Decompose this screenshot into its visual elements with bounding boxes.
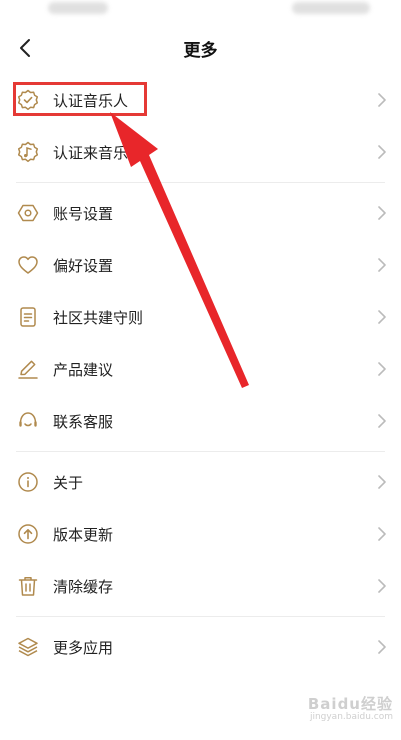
menu-item-label: 清除缓存 — [53, 577, 114, 596]
menu-item-label: 版本更新 — [53, 525, 114, 544]
chevron-right-icon — [378, 640, 386, 654]
document-icon — [17, 306, 39, 328]
menu-item-label: 社区共建守则 — [53, 308, 144, 327]
menu-item-verify-music-teacher[interactable]: 认证来音乐师 — [0, 126, 401, 178]
watermark-subtext: jingyan.baidu.com — [309, 712, 393, 722]
chevron-right-icon — [378, 258, 386, 272]
watermark-text: Baidu经验 — [307, 695, 393, 713]
upload-arrow-icon — [17, 523, 39, 545]
menu-item-more-apps[interactable]: 更多应用 — [0, 621, 401, 673]
pencil-icon — [17, 358, 39, 380]
headset-icon — [17, 410, 39, 432]
chevron-right-icon — [378, 362, 386, 376]
hexagon-settings-icon — [17, 202, 39, 224]
menu-item-about[interactable]: 关于 — [0, 456, 401, 508]
menu-item-label: 账号设置 — [53, 204, 114, 223]
info-icon — [17, 471, 39, 493]
menu-item-preferences[interactable]: 偏好设置 — [0, 239, 401, 291]
highlight-box — [13, 82, 147, 116]
heart-icon — [17, 254, 39, 276]
menu-item-customer-service[interactable]: 联系客服 — [0, 395, 401, 447]
settings-menu: 认证音乐人 认证来音乐师 账号设置 偏好设置 社区共建守则 产品建议 联系客服 … — [0, 74, 401, 673]
status-bar-time — [48, 2, 108, 14]
trash-icon — [17, 575, 39, 597]
baidu-watermark: Baidu经验 jingyan.baidu.com — [308, 693, 393, 722]
menu-item-account-settings[interactable]: 账号设置 — [0, 187, 401, 239]
menu-item-clear-cache[interactable]: 清除缓存 — [0, 560, 401, 612]
section-divider — [16, 182, 385, 183]
menu-item-label: 产品建议 — [53, 360, 114, 379]
music-badge-icon — [17, 141, 39, 163]
header: 更多 — [0, 28, 401, 68]
menu-item-label: 偏好设置 — [53, 256, 114, 275]
section-divider — [16, 616, 385, 617]
menu-item-community-guidelines[interactable]: 社区共建守则 — [0, 291, 401, 343]
chevron-right-icon — [378, 93, 386, 107]
chevron-right-icon — [378, 414, 386, 428]
menu-item-version-update[interactable]: 版本更新 — [0, 508, 401, 560]
menu-item-label: 联系客服 — [53, 412, 114, 431]
status-bar — [0, 0, 401, 22]
page-title: 更多 — [183, 41, 218, 61]
chevron-right-icon — [378, 206, 386, 220]
layers-icon — [17, 636, 39, 658]
menu-item-label: 关于 — [53, 473, 84, 492]
chevron-right-icon — [378, 310, 386, 324]
menu-item-label: 更多应用 — [53, 638, 114, 657]
chevron-right-icon — [378, 579, 386, 593]
status-bar-indicators — [292, 2, 370, 14]
chevron-right-icon — [378, 527, 386, 541]
menu-item-label: 认证来音乐师 — [53, 143, 144, 162]
section-divider — [16, 451, 385, 452]
chevron-right-icon — [378, 475, 386, 489]
menu-item-product-feedback[interactable]: 产品建议 — [0, 343, 401, 395]
chevron-right-icon — [378, 145, 386, 159]
